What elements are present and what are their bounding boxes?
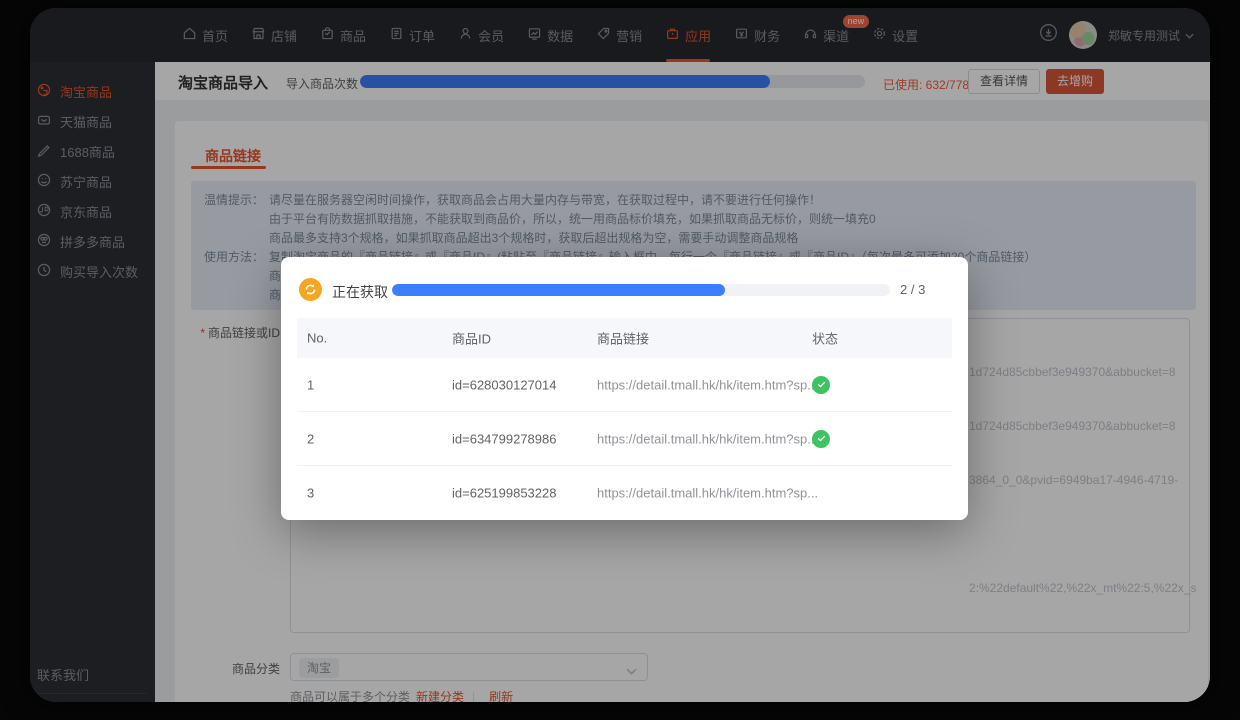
status-cell — [812, 430, 830, 448]
fetch-progress-modal: 正在获取 2 / 3 No. 商品ID 商品链接 状态 1 id=6280301… — [281, 257, 968, 520]
row-no: 1 — [307, 377, 314, 392]
fetch-progress-fill — [392, 284, 725, 296]
col-header-no: No. — [307, 331, 327, 346]
table-row: 3 id=625199853228 https://detail.tmall.h… — [297, 466, 952, 520]
table-row: 1 id=628030127014 https://detail.tmall.h… — [297, 358, 952, 412]
app-window: 首页 店铺 商品 订单 会员 数据 — [30, 8, 1210, 702]
table-row: 2 id=634799278986 https://detail.tmall.h… — [297, 412, 952, 466]
fetch-status-text: 正在获取 — [332, 282, 388, 302]
refresh-icon — [299, 278, 322, 301]
table-header-row: No. 商品ID 商品链接 状态 — [297, 318, 952, 358]
fetch-progress-track — [392, 284, 890, 296]
status-cell — [812, 484, 830, 502]
success-check-icon — [812, 430, 830, 448]
row-product-id: id=625199853228 — [452, 486, 556, 501]
col-header-id: 商品ID — [452, 329, 491, 348]
status-cell — [812, 376, 830, 394]
fetch-result-table: No. 商品ID 商品链接 状态 1 id=628030127014 https… — [297, 318, 952, 520]
row-product-id: id=628030127014 — [452, 377, 556, 392]
success-check-icon — [812, 376, 830, 394]
row-product-link: https://detail.tmall.hk/hk/item.htm?sp..… — [597, 377, 818, 392]
col-header-status: 状态 — [812, 329, 838, 348]
row-product-id: id=634799278986 — [452, 431, 556, 446]
col-header-link: 商品链接 — [597, 329, 649, 348]
row-no: 2 — [307, 431, 314, 446]
row-product-link: https://detail.tmall.hk/hk/item.htm?sp..… — [597, 486, 818, 501]
row-product-link: https://detail.tmall.hk/hk/item.htm?sp..… — [597, 431, 818, 446]
row-no: 3 — [307, 486, 314, 501]
fetch-progress-count: 2 / 3 — [900, 282, 925, 297]
